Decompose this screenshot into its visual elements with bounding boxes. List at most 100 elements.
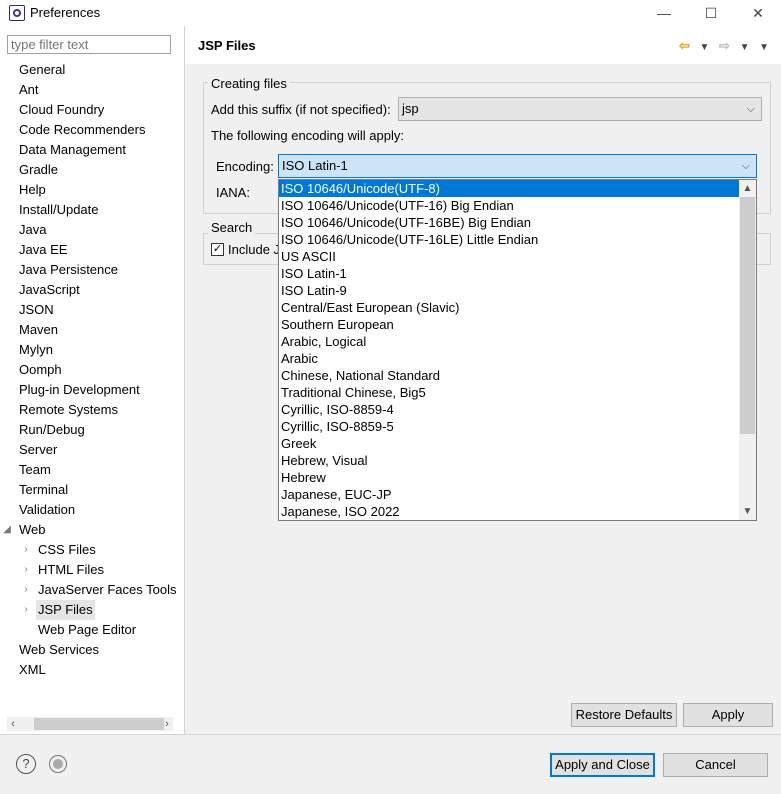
encoding-option[interactable]: Hebrew, Visual	[279, 452, 756, 469]
tree-item[interactable]: Oomph	[0, 360, 184, 380]
suffix-combo[interactable]: jsp ⌵	[398, 97, 762, 121]
tree-item[interactable]: Terminal	[0, 480, 184, 500]
tree-item-label: Web Page Editor	[38, 622, 137, 637]
tree-item-label: Server	[19, 442, 58, 457]
tree-item[interactable]: Java	[0, 220, 184, 240]
tree-item[interactable]: Server	[0, 440, 184, 460]
include-checkbox[interactable]: ✓	[211, 243, 224, 256]
tree-expanded-icon[interactable]: ◢	[2, 520, 12, 540]
tree-item-label: Terminal	[19, 482, 69, 497]
tree-item[interactable]: Cloud Foundry	[0, 100, 184, 120]
tree-item-label: Run/Debug	[19, 422, 85, 437]
back-arrow-icon[interactable]: ⇦	[679, 38, 690, 53]
back-menu-chevron-down-icon[interactable]: ▼	[700, 42, 710, 53]
encoding-option[interactable]: ISO Latin-9	[279, 282, 756, 299]
tree-item[interactable]: Ant	[0, 80, 184, 100]
tree-item[interactable]: Team	[0, 460, 184, 480]
tree-item-label: Help	[19, 182, 46, 197]
encoding-option[interactable]: Japanese, EUC-JP	[279, 486, 756, 503]
encoding-option[interactable]: Southern European	[279, 316, 756, 333]
tree-item-label: JavaScript	[19, 282, 80, 297]
encoding-option[interactable]: Cyrillic, ISO-8859-4	[279, 401, 756, 418]
forward-arrow-icon[interactable]: ⇨	[719, 38, 730, 53]
encoding-option[interactable]: US ASCII	[279, 248, 756, 265]
encoding-option[interactable]: Hebrew	[279, 469, 756, 486]
tree-item[interactable]: JSON	[0, 300, 184, 320]
tree-collapsed-icon[interactable]: ›	[21, 600, 31, 620]
scroll-right-icon[interactable]: ›	[161, 717, 173, 731]
tree-item[interactable]: Install/Update	[0, 200, 184, 220]
tree-item[interactable]: JavaScript	[0, 280, 184, 300]
scroll-thumb[interactable]	[34, 718, 164, 730]
tree-item[interactable]: › JavaServer Faces Tools	[0, 580, 184, 600]
tree-collapsed-icon[interactable]: ›	[21, 560, 31, 580]
tree-collapsed-icon[interactable]: ›	[21, 540, 31, 560]
encoding-option[interactable]: Arabic, Logical	[279, 333, 756, 350]
tree-item[interactable]: Gradle	[0, 160, 184, 180]
tree-item[interactable]: › CSS Files	[0, 540, 184, 560]
encoding-option[interactable]: Traditional Chinese, Big5	[279, 384, 756, 401]
encoding-option[interactable]: ISO 10646/Unicode(UTF-16) Big Endian	[279, 197, 756, 214]
apply-and-close-button[interactable]: Apply and Close	[550, 753, 655, 777]
tree-collapsed-icon[interactable]: ›	[21, 580, 31, 600]
tree-item-label: JSON	[19, 302, 54, 317]
scroll-down-icon[interactable]: ▼	[739, 503, 756, 520]
tree-item[interactable]: Data Management	[0, 140, 184, 160]
encoding-option[interactable]: Greek	[279, 435, 756, 452]
scroll-left-icon[interactable]: ‹	[7, 717, 19, 731]
tree-item[interactable]: Plug-in Development	[0, 380, 184, 400]
tree-item[interactable]: Validation	[0, 500, 184, 520]
tree-item[interactable]: Code Recommenders	[0, 120, 184, 140]
encoding-option[interactable]: Chinese, National Standard	[279, 367, 756, 384]
window-title: Preferences	[30, 5, 101, 20]
tree-item[interactable]: ◢ Web	[0, 520, 184, 540]
encoding-option[interactable]: Japanese, ISO 2022	[279, 503, 756, 520]
filter-input[interactable]	[7, 35, 171, 54]
close-button[interactable]: ✕	[735, 0, 781, 26]
encoding-option[interactable]: Arabic	[279, 350, 756, 367]
tree-item-label: Validation	[19, 502, 76, 517]
encoding-dropdown-list[interactable]: ISO 10646/Unicode(UTF-8) ISO 10646/Unicod…	[278, 179, 757, 521]
tree-item[interactable]: Java EE	[0, 240, 184, 260]
import-export-icon[interactable]	[49, 755, 67, 773]
maximize-button[interactable]: ☐	[688, 0, 734, 26]
encoding-value: ISO Latin-1	[282, 158, 348, 173]
encoding-combo[interactable]: ISO Latin-1 ⌵	[278, 154, 757, 178]
tree-item-label: JSP Files	[36, 600, 95, 620]
minimize-button[interactable]: —	[641, 0, 687, 26]
cancel-button[interactable]: Cancel	[663, 753, 768, 777]
vertical-scrollbar[interactable]: ▲ ▼	[739, 180, 756, 520]
tree-item[interactable]: XML	[0, 660, 184, 680]
button-bar: ? Apply and Close Cancel	[0, 734, 781, 794]
tree-item[interactable]: Run/Debug	[0, 420, 184, 440]
tree-item[interactable]: Mylyn	[0, 340, 184, 360]
encoding-option[interactable]: Central/East European (Slavic)	[279, 299, 756, 316]
tree-item[interactable]: Web Page Editor	[0, 620, 184, 640]
tree-item[interactable]: Web Services	[0, 640, 184, 660]
tree-item[interactable]: Maven	[0, 320, 184, 340]
tree-item[interactable]: Help	[0, 180, 184, 200]
encoding-option[interactable]: ISO Latin-1	[279, 265, 756, 282]
preferences-tree: General Ant Cloud Foundry Code Recommenders…	[0, 60, 184, 680]
scroll-up-icon[interactable]: ▲	[739, 180, 756, 197]
horizontal-scrollbar[interactable]: ‹ ›	[7, 717, 173, 731]
forward-menu-chevron-down-icon[interactable]: ▼	[740, 42, 750, 53]
chevron-down-icon: ⌵	[746, 103, 755, 115]
suffix-value: jsp	[402, 101, 419, 116]
tree-item-label: Data Management	[19, 142, 126, 157]
view-menu-icon[interactable]: ▼	[759, 42, 769, 53]
tree-item[interactable]: › JSP Files	[0, 600, 184, 620]
tree-item[interactable]: Java Persistence	[0, 260, 184, 280]
encoding-option[interactable]: ISO 10646/Unicode(UTF-16LE) Little Endia…	[279, 231, 756, 248]
restore-defaults-button[interactable]: Restore Defaults	[571, 703, 677, 727]
tree-item[interactable]: Remote Systems	[0, 400, 184, 420]
encoding-option[interactable]: ISO 10646/Unicode(UTF-8)	[279, 180, 756, 197]
apply-button[interactable]: Apply	[683, 703, 773, 727]
tree-item[interactable]: General	[0, 60, 184, 80]
tree-item[interactable]: › HTML Files	[0, 560, 184, 580]
encoding-option[interactable]: ISO 10646/Unicode(UTF-16BE) Big Endian	[279, 214, 756, 231]
encoding-option[interactable]: Cyrillic, ISO-8859-5	[279, 418, 756, 435]
scroll-thumb[interactable]	[740, 197, 755, 434]
include-label: Include J	[228, 242, 281, 257]
help-icon[interactable]: ?	[16, 754, 36, 774]
